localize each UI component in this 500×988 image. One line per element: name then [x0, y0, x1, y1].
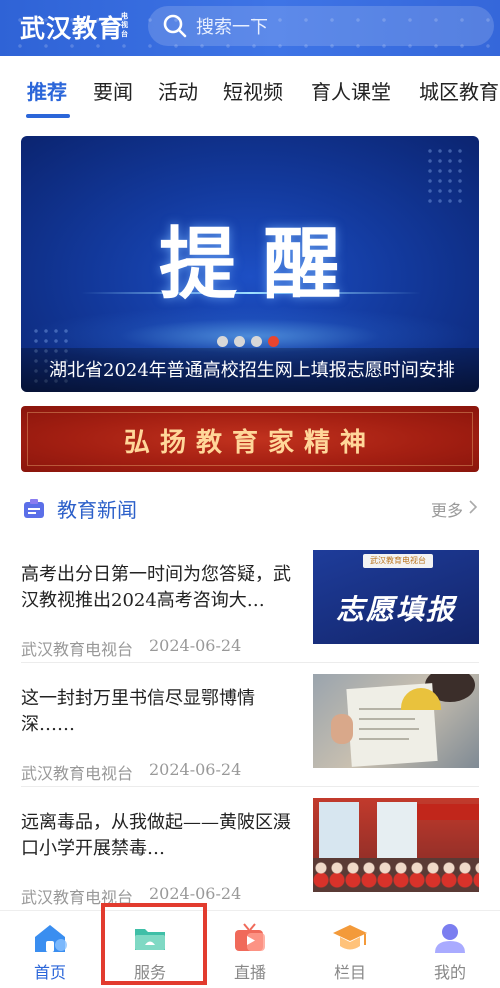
news-item[interactable]: 这一封封万里书信尽显鄂博情深…… 武汉教育电视台 2024-06-24 [21, 674, 479, 806]
pagination-dot-active[interactable] [268, 336, 279, 347]
pagination-dot[interactable] [217, 336, 228, 347]
news-title[interactable]: 远离毒品，从我做起——黄陂区滠口小学开展禁毒… [21, 810, 297, 862]
tab-district-education[interactable]: 城区教育 [419, 76, 499, 105]
search-placeholder: 搜索一下 [196, 17, 268, 38]
app-logo: 武汉教育 [20, 14, 125, 43]
thumbnail-line [359, 718, 415, 720]
nav-column[interactable]: 栏目 [300, 911, 400, 988]
profile-icon [435, 924, 465, 953]
nav-profile[interactable]: 我的 [400, 911, 500, 988]
news-section-title: 教育新闻 [57, 498, 137, 522]
spirit-banner-text: 弘扬教育家精神 [123, 428, 376, 458]
category-tabs: 推荐 要闻 活动 短视频 育人课堂 城区教育 [0, 72, 500, 118]
tab-short-video[interactable]: 短视频 [223, 76, 283, 105]
more-link[interactable]: 更多 [431, 497, 463, 521]
thumbnail-poster [319, 802, 359, 862]
thumbnail-line [359, 738, 409, 740]
service-highlight-frame [101, 903, 207, 985]
news-date: 2024-06-24 [149, 760, 242, 779]
live-tv-icon [235, 923, 265, 951]
banner-decoration [425, 146, 465, 206]
tab-activities[interactable]: 活动 [158, 76, 198, 105]
thumbnail-line [359, 728, 419, 730]
active-tab-indicator [26, 114, 70, 118]
pagination-dot[interactable] [251, 336, 262, 347]
hero-banner[interactable]: 提醒 湖北省2024年普通高校招生网上填报志愿时间安排 [21, 136, 479, 392]
app-header: 武汉教育 电视台 搜索一下 [0, 0, 500, 56]
nav-live-label: 直播 [233, 963, 266, 982]
tab-recommend[interactable]: 推荐 [27, 76, 67, 105]
thumbnail-hand [331, 714, 353, 744]
chevron-right-icon[interactable] [467, 499, 479, 515]
news-thumbnail[interactable] [313, 798, 479, 892]
banner-caption: 湖北省2024年普通高校招生网上填报志愿时间安排 [49, 360, 455, 381]
divider [21, 662, 479, 663]
nav-live[interactable]: 直播 [200, 911, 300, 988]
column-icon [333, 925, 367, 950]
nav-home[interactable]: 首页 [0, 911, 100, 988]
news-source: 武汉教育电视台 [21, 640, 134, 659]
home-icon [35, 925, 67, 952]
app-logo-sub: 电视台 [121, 12, 128, 38]
nav-home-label: 首页 [33, 963, 66, 982]
pagination-dot[interactable] [234, 336, 245, 347]
banner-title: 提醒 [158, 220, 367, 310]
search-icon [163, 14, 187, 38]
news-section-icon [24, 499, 44, 518]
news-thumbnail[interactable] [313, 674, 479, 768]
nav-column-label: 栏目 [333, 963, 366, 982]
spirit-banner[interactable]: 弘扬教育家精神 [21, 406, 479, 472]
tab-headlines[interactable]: 要闻 [93, 76, 133, 105]
bottom-nav: 首页 服务 直播 栏目 我的 [0, 910, 500, 988]
thumbnail-crowd [313, 858, 479, 892]
thumbnail-headline: 志愿填报 [335, 593, 456, 626]
news-title[interactable]: 这一封封万里书信尽显鄂博情深…… [21, 686, 297, 738]
thumbnail-poster [377, 802, 417, 866]
news-title[interactable]: 高考出分日第一时间为您答疑，武汉教视推出2024高考咨询大… [21, 562, 297, 614]
divider [21, 786, 479, 787]
banner-pagination [217, 336, 279, 347]
news-item[interactable]: 高考出分日第一时间为您答疑，武汉教视推出2024高考咨询大… 武汉教育电视台 2… [21, 550, 479, 682]
thumbnail-tag: 武汉教育电视台 [363, 554, 433, 568]
news-date: 2024-06-24 [149, 636, 242, 655]
nav-profile-label: 我的 [433, 963, 466, 982]
news-thumbnail[interactable]: 武汉教育电视台 志愿填报 [313, 550, 479, 644]
news-date: 2024-06-24 [149, 884, 242, 903]
news-source: 武汉教育电视台 [21, 764, 134, 783]
thumbnail-red-banner [417, 804, 479, 820]
search-bar[interactable]: 搜索一下 [148, 6, 494, 46]
tab-classroom[interactable]: 育人课堂 [311, 76, 391, 105]
